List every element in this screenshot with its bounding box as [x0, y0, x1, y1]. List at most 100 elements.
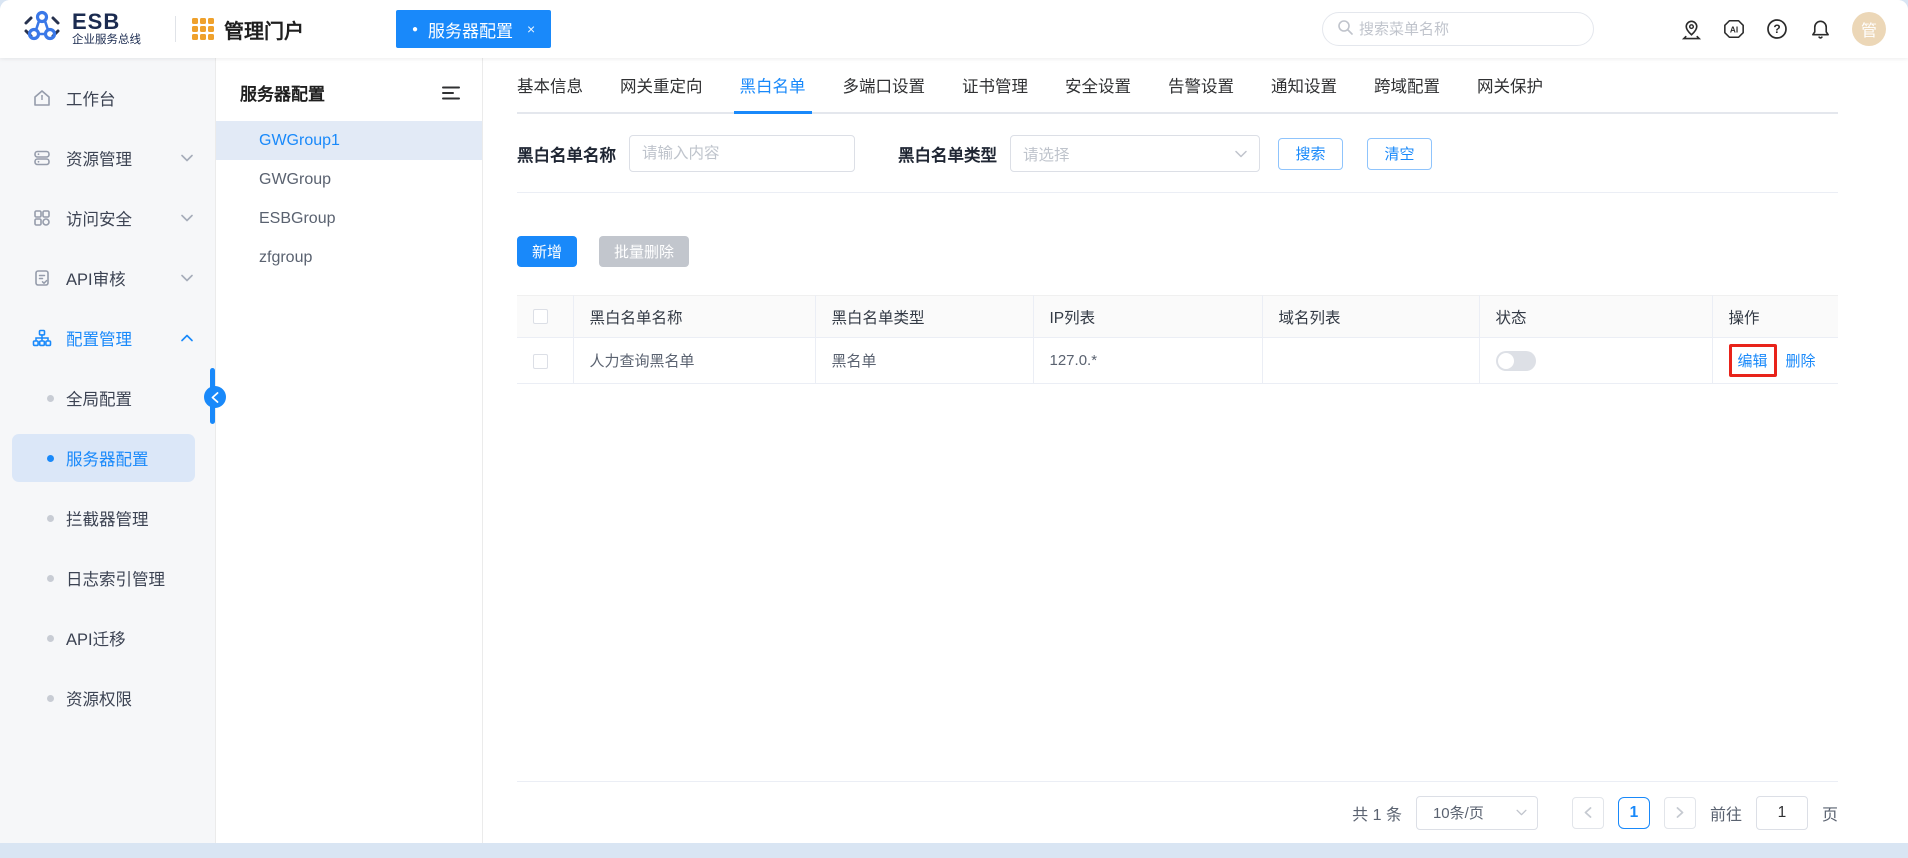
prev-page-button[interactable]: [1571, 796, 1604, 829]
esb-logo-icon: [22, 8, 62, 51]
server-icon: [32, 148, 52, 168]
sidebar-sublabel: 拦截器管理: [66, 511, 149, 529]
next-page-button[interactable]: [1663, 796, 1696, 829]
chevron-down-icon: [181, 214, 193, 222]
page-size-select[interactable]: 10条/页: [1415, 795, 1538, 830]
edit-link[interactable]: 编辑: [1738, 350, 1768, 371]
select-placeholder: 请选择: [1023, 146, 1070, 164]
bullet-icon: [47, 574, 54, 582]
sidebar-subitem-api-migration[interactable]: API迁移: [0, 608, 215, 668]
content-tabs: 基本信息 网关重定向 黑白名单 多端口设置 证书管理 安全设置 告警设置 通知设…: [517, 58, 1838, 114]
sidebar-label: 访问安全: [66, 211, 132, 229]
ai-assistant-icon[interactable]: AI: [1723, 18, 1745, 40]
sidebar-subitem-resource-permission[interactable]: 资源权限: [0, 668, 215, 728]
sidebar-label: 工作台: [66, 91, 116, 109]
status-toggle[interactable]: [1495, 350, 1536, 371]
top-header: ESB 企业服务总线 管理门户 ● 服务器配置 × AI: [0, 0, 1908, 58]
page-size-value: 10条/页: [1432, 805, 1484, 822]
cell-ip-list: 127.0.*: [1033, 337, 1263, 384]
tab-alarm[interactable]: 告警设置: [1168, 58, 1234, 112]
table-actions: 新增 批量删除: [517, 236, 1838, 267]
sidebar-item-access-security[interactable]: 访问安全: [0, 188, 215, 248]
goto-page-input[interactable]: [1755, 795, 1808, 830]
page-background-strip: [0, 843, 1908, 858]
table-header-row: 黑白名单名称 黑白名单类型 IP列表 域名列表 状态 操作: [517, 295, 1838, 338]
sidebar-item-workbench[interactable]: 工作台: [0, 68, 215, 128]
main-content: 基本信息 网关重定向 黑白名单 多端口设置 证书管理 安全设置 告警设置 通知设…: [483, 58, 1908, 843]
delete-link[interactable]: 删除: [1786, 350, 1816, 371]
sidebar-subitem-log-index[interactable]: 日志索引管理: [0, 548, 215, 608]
sidebar-collapse-button[interactable]: [204, 386, 226, 408]
svg-text:AI: AI: [1730, 26, 1738, 35]
tab-gateway-redirect[interactable]: 网关重定向: [620, 58, 703, 112]
select-all-checkbox[interactable]: [533, 308, 548, 324]
bullet-icon: [47, 514, 54, 522]
col-operations: 操作: [1728, 309, 1760, 327]
chevron-down-icon: [1235, 150, 1247, 158]
tab-security[interactable]: 安全设置: [1065, 58, 1131, 112]
list-menu-icon[interactable]: [442, 86, 460, 100]
sidebar-subitem-server-config[interactable]: 服务器配置: [0, 428, 215, 488]
col-type: 黑白名单类型: [815, 295, 1034, 338]
empty-area: [517, 384, 1838, 781]
tab-multiport[interactable]: 多端口设置: [843, 58, 926, 112]
sidebar-subitem-interceptor[interactable]: 拦截器管理: [0, 488, 215, 548]
search-input[interactable]: [1359, 20, 1579, 38]
tab-basic-info[interactable]: 基本信息: [517, 58, 583, 112]
tab-certificate[interactable]: 证书管理: [962, 58, 1028, 112]
sidebar-item-config-management[interactable]: 配置管理: [0, 308, 215, 368]
chevron-down-icon: [181, 154, 193, 162]
portal-title: 管理门户: [224, 20, 304, 43]
group-item-gwgroup[interactable]: GWGroup: [216, 160, 482, 199]
group-item-esbgroup[interactable]: ESBGroup: [216, 199, 482, 238]
cell-domain-list: [1262, 337, 1480, 384]
filter-name-input[interactable]: [629, 135, 855, 172]
user-avatar[interactable]: 管: [1852, 12, 1886, 46]
col-domain-list: 域名列表: [1262, 295, 1480, 338]
current-page-button[interactable]: 1: [1617, 796, 1650, 829]
tab-close-icon[interactable]: ×: [527, 21, 535, 37]
tab-cors[interactable]: 跨域配置: [1374, 58, 1440, 112]
chevron-down-icon: [1516, 809, 1527, 816]
tab-blackwhite-list[interactable]: 黑白名单: [733, 58, 812, 114]
row-checkbox[interactable]: [533, 353, 548, 369]
batch-delete-button[interactable]: 批量删除: [599, 236, 690, 267]
pagination-bar: 共 1 条 10条/页 1 前往 页: [517, 781, 1838, 843]
open-page-tab[interactable]: ● 服务器配置 ×: [396, 10, 552, 48]
location-icon[interactable]: [1680, 18, 1702, 40]
notification-bell-icon[interactable]: [1809, 18, 1831, 40]
tab-gateway-protection[interactable]: 网关保护: [1477, 58, 1543, 112]
filter-name-label: 黑白名单名称: [517, 146, 616, 165]
bullet-icon: [47, 694, 54, 702]
document-check-icon: [32, 268, 52, 288]
tab-notification[interactable]: 通知设置: [1271, 58, 1337, 112]
group-item-gwgroup1[interactable]: GWGroup1: [216, 121, 482, 160]
sidebar-item-api-review[interactable]: API审核: [0, 248, 215, 308]
add-button[interactable]: 新增: [517, 236, 578, 267]
search-button[interactable]: 搜索: [1278, 137, 1343, 170]
sidebar: 工作台 资源管理 访问安全 API审核 配置管理 全局配置 服务器配置 拦截器管…: [0, 58, 215, 843]
filter-type-label: 黑白名单类型: [898, 146, 997, 165]
group-item-zfgroup[interactable]: zfgroup: [216, 238, 482, 277]
portal-title-block: 管理门户: [192, 15, 304, 44]
sidebar-sublabel: API迁移: [66, 631, 126, 649]
app-window: ESB 企业服务总线 管理门户 ● 服务器配置 × AI: [0, 0, 1908, 843]
clear-button[interactable]: 清空: [1367, 137, 1432, 170]
sidebar-subitem-global-config[interactable]: 全局配置: [0, 368, 215, 428]
sidebar-label: API审核: [66, 271, 126, 289]
esb-logo: ESB 企业服务总线: [0, 8, 159, 51]
filter-separator: [517, 192, 1838, 193]
col-status: 状态: [1479, 295, 1713, 338]
sidebar-label: 配置管理: [66, 331, 132, 349]
chevron-up-icon: [181, 334, 193, 342]
pagination-total: 共 1 条: [1352, 806, 1402, 824]
filter-type-select[interactable]: 请选择: [1010, 135, 1260, 172]
portal-grid-icon: [192, 18, 214, 40]
sidebar-item-resources[interactable]: 资源管理: [0, 128, 215, 188]
sitemap-icon: [32, 328, 52, 348]
help-icon[interactable]: ?: [1766, 18, 1788, 40]
apps-grid-icon: [32, 208, 52, 228]
bullet-icon: [47, 394, 54, 402]
menu-search[interactable]: [1322, 12, 1594, 46]
sidebar-sublabel: 日志索引管理: [66, 571, 165, 589]
